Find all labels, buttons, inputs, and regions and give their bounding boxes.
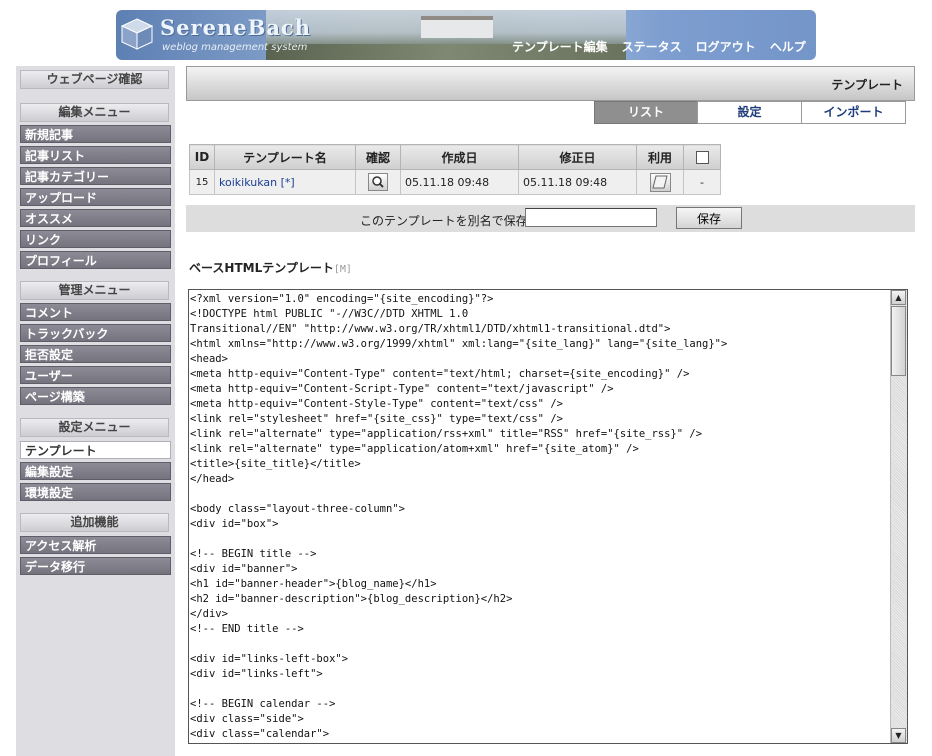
sidebar-item-edit-settings[interactable]: 編集設定 xyxy=(20,462,171,480)
code-line: <title>{site_title}</title> xyxy=(190,458,361,470)
section-title-text: ベースHTMLテンプレート xyxy=(189,261,334,275)
sidebar-item-recommend[interactable]: オススメ xyxy=(20,209,171,227)
sidebar-item-comments[interactable]: コメント xyxy=(20,303,171,321)
sidebar-item-env-settings[interactable]: 環境設定 xyxy=(20,483,171,501)
logo-subtitle: weblog management system xyxy=(162,42,308,53)
row-name-cell: koikikukan [*] xyxy=(214,169,356,195)
preview-magnifier-icon[interactable] xyxy=(368,173,388,191)
use-template-icon[interactable] xyxy=(649,172,671,192)
tab-import[interactable]: インポート xyxy=(801,101,906,124)
code-line: <?xml version="1.0" encoding="{site_enco… xyxy=(190,293,494,305)
row-created-date: 05.11.18 09:48 xyxy=(400,169,519,195)
row-preview-cell xyxy=(355,169,401,195)
sidebar-item-trackbacks[interactable]: トラックバック xyxy=(20,324,171,342)
template-name-link[interactable]: koikikukan [*] xyxy=(219,176,295,189)
code-line: <link rel="alternate" type="application/… xyxy=(190,443,639,455)
code-line: <h1 id="banner-header">{blog_name}</h1> xyxy=(190,578,437,590)
code-line: <h2 id="banner-description">{blog_descri… xyxy=(190,593,513,605)
col-created-header: 作成日 xyxy=(400,144,519,170)
sidebar-item-links[interactable]: リンク xyxy=(20,230,171,248)
header-banner: SereneBach weblog management system テンプレ… xyxy=(116,10,816,60)
page-header-bar: テンプレート xyxy=(186,66,915,101)
code-line: <!-- END title --> xyxy=(190,623,304,635)
code-line: <body class="layout-three-column"> xyxy=(190,503,405,515)
code-scrollbar[interactable]: ▲ ▼ xyxy=(890,290,907,743)
sidebar-item-data-migration[interactable]: データ移行 xyxy=(20,557,171,575)
sidebar-item-users[interactable]: ユーザー xyxy=(20,366,171,384)
admin-menu-heading: 管理メニュー xyxy=(20,281,169,300)
code-line: <html xmlns="http://www.w3.org/1999/xhtm… xyxy=(190,338,728,350)
code-line: <meta http-equiv="Content-Type" content=… xyxy=(190,368,690,380)
code-line: Transitional//EN" "http://www.w3.org/TR/… xyxy=(190,323,671,335)
row-modified-date: 05.11.18 09:48 xyxy=(518,169,637,195)
scroll-down-arrow-icon[interactable]: ▼ xyxy=(891,728,906,743)
template-code-textarea[interactable]: <?xml version="1.0" encoding="{site_enco… xyxy=(188,289,908,744)
code-line: <!-- BEGIN calendar --> xyxy=(190,698,336,710)
save-button[interactable]: 保存 xyxy=(676,207,742,229)
col-name-header: テンプレート名 xyxy=(214,144,356,170)
sidebar-item-template[interactable]: テンプレート xyxy=(20,441,171,459)
scroll-thumb[interactable] xyxy=(891,306,906,376)
code-line: <meta http-equiv="Content-Script-Type" c… xyxy=(190,383,614,395)
sidebar-item-entry-list[interactable]: 記事リスト xyxy=(20,146,171,164)
row-use-cell xyxy=(636,169,684,195)
sidebar-item-page-build[interactable]: ページ構築 xyxy=(20,387,171,405)
section-marker: [M] xyxy=(333,264,352,275)
code-line: <div id="box"> xyxy=(190,518,279,530)
edit-menu-heading: 編集メニュー xyxy=(20,103,169,122)
code-line: <!-- BEGIN title --> xyxy=(190,548,317,560)
code-line: </div> xyxy=(190,608,228,620)
settings-menu-heading: 設定メニュー xyxy=(20,418,169,437)
code-line: <link rel="stylesheet" href="{site_css}"… xyxy=(190,413,563,425)
logo-title: SereneBach xyxy=(160,15,311,40)
code-line: <head> xyxy=(190,353,228,365)
col-modified-header: 修正日 xyxy=(518,144,637,170)
nav-logout[interactable]: ログアウト xyxy=(696,38,756,55)
sidebar: ウェブページ確認 編集メニュー 新規記事 記事リスト 記事カテゴリー アップロー… xyxy=(16,66,175,756)
table-header-row: ID テンプレート名 確認 作成日 修正日 利用 xyxy=(189,144,721,170)
col-id-header: ID xyxy=(189,144,215,170)
code-line: <div class="side"> xyxy=(190,713,304,725)
sidebar-item-access-analysis[interactable]: アクセス解析 xyxy=(20,536,171,554)
code-line: </head> xyxy=(190,473,235,485)
select-all-checkbox[interactable] xyxy=(695,151,709,164)
addon-menu-heading: 追加機能 xyxy=(20,513,169,532)
sidebar-item-new-entry[interactable]: 新規記事 xyxy=(20,125,171,143)
sidebar-item-upload[interactable]: アップロード xyxy=(20,188,171,206)
row-select-cell: - xyxy=(683,169,721,195)
col-check-header: 確認 xyxy=(355,144,401,170)
template-table: ID テンプレート名 確認 作成日 修正日 利用 15 koikikukan [… xyxy=(189,144,721,195)
code-line: <!DOCTYPE html PUBLIC "-//W3C//DTD XHTML… xyxy=(190,308,469,320)
code-line: <div id="links-left-box"> xyxy=(190,653,349,665)
template-code-content[interactable]: <?xml version="1.0" encoding="{site_enco… xyxy=(190,292,727,742)
base-html-template-heading: ベースHTMLテンプレート[M] xyxy=(189,259,352,276)
banner-photo-house xyxy=(421,16,493,38)
sidebar-item-deny-settings[interactable]: 拒否設定 xyxy=(20,345,171,363)
col-select-all-header xyxy=(683,144,721,170)
nav-help[interactable]: ヘルプ xyxy=(770,38,806,55)
table-row: 15 koikikukan [*] 05.11.18 09:48 05.11.1… xyxy=(189,169,721,195)
code-line: <div id="banner"> xyxy=(190,563,298,575)
tab-list[interactable]: リスト xyxy=(594,101,698,124)
nav-status[interactable]: ステータス xyxy=(622,38,682,55)
save-as-label: このテンプレートを別名で保存: xyxy=(360,214,532,228)
page-title: テンプレート xyxy=(831,78,903,92)
code-line: <meta http-equiv="Content-Style-Type" co… xyxy=(190,398,563,410)
code-line: <div id="links-left"> xyxy=(190,668,323,680)
sidebar-item-categories[interactable]: 記事カテゴリー xyxy=(20,167,171,185)
logo-cube-icon xyxy=(120,18,154,50)
view-webpage-button[interactable]: ウェブページ確認 xyxy=(20,70,169,89)
top-navigation: テンプレート編集 ステータス ログアウト ヘルプ xyxy=(512,38,806,55)
col-use-header: 利用 xyxy=(636,144,684,170)
row-id: 15 xyxy=(189,169,215,195)
save-as-name-input[interactable] xyxy=(525,208,657,227)
tab-settings[interactable]: 設定 xyxy=(697,101,802,124)
save-as-bar: このテンプレートを別名で保存: 保存 xyxy=(186,205,915,232)
code-line: <div class="calendar"> xyxy=(190,728,330,740)
code-line: <link rel="alternate" type="application/… xyxy=(190,428,703,440)
sidebar-item-profile[interactable]: プロフィール xyxy=(20,251,171,269)
nav-template-edit[interactable]: テンプレート編集 xyxy=(512,38,608,55)
scroll-up-arrow-icon[interactable]: ▲ xyxy=(891,290,906,305)
